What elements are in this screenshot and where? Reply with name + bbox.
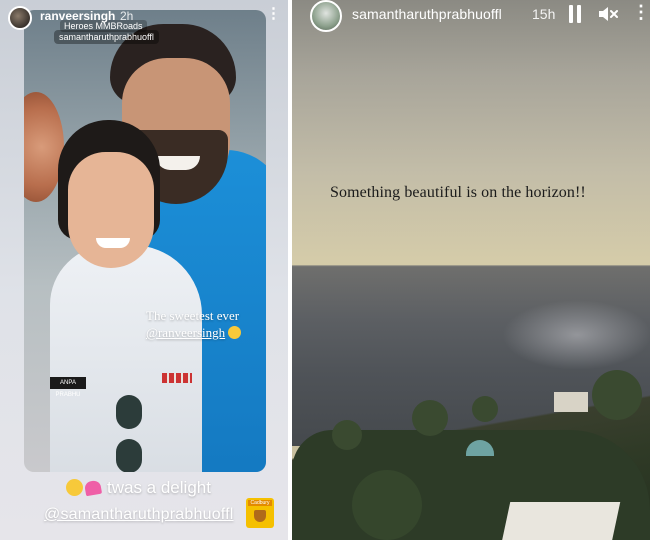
left-story[interactable]: ANPA PRABHU Heroes MMBRoads samantharuth… [0,0,288,540]
sticker-label: Cadbury [248,500,272,506]
right-story[interactable]: samantharuthprabhuoffl 15h ⋮ Something b… [292,0,650,540]
chocolate-sticker: Cadbury [246,498,274,528]
smiling-face-icon [228,326,242,339]
photo-caption: The sweetest ever @ranveersingh [146,307,242,341]
caption-text: The sweetest ever [146,308,240,323]
timestamp: 15h [532,6,556,22]
name-badge: ANPA PRABHU [50,377,86,398]
palm-tree [332,420,362,450]
pause-icon[interactable] [568,5,582,23]
timestamp: 2h [120,9,134,23]
tree [592,370,642,420]
hugging-face-icon [66,479,83,496]
stories-collage: ANPA PRABHU Heroes MMBRoads samantharuth… [0,0,650,540]
cup-icon [254,510,266,522]
avatar[interactable] [8,6,32,30]
username[interactable]: samantharuthprabhuoffl [352,6,502,22]
sunglasses [116,395,142,472]
two-hearts-icon [83,479,103,497]
horizon [292,265,650,267]
bottom-caption-text: twas a delight [107,478,211,497]
caption-mention[interactable]: @ranveersingh [146,325,225,340]
story-photo: ANPA PRABHU Heroes MMBRoads samantharuth… [24,10,266,472]
woman-smile [96,238,130,248]
more-options-icon[interactable]: ⋮ [632,3,650,21]
palm-tree [412,400,448,436]
more-options-icon[interactable]: ⋮ [266,6,281,21]
story-caption: Something beautiful is on the horizon!! [330,184,586,201]
woman-face [68,152,154,268]
sun-glare [502,300,650,370]
username[interactable]: ranveersingh [40,9,115,23]
bottom-mention[interactable]: @samantharuthprabhuoffl [44,506,234,524]
tree [352,470,422,540]
avatar[interactable] [310,0,342,32]
building [554,392,588,412]
story-header-left: ranveersingh 2h ⋮ [0,0,288,40]
story-header-right: samantharuthprabhuoffl 15h ⋮ [292,0,650,40]
speaker-muted-icon[interactable] [598,5,618,23]
palm-tree [472,396,498,422]
ribbon-stripe [162,373,192,383]
bottom-caption: twas a delight [66,478,211,498]
building-roof [501,502,621,540]
